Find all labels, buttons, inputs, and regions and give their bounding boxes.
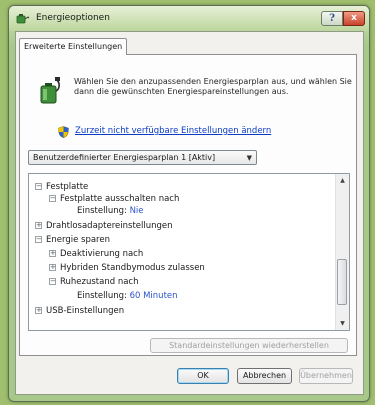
- setting-value-hibernate[interactable]: 60 Minuten: [130, 291, 178, 301]
- tree-item-label: Festplatte: [46, 182, 89, 192]
- change-unavailable-settings-link[interactable]: Zurzeit nicht verfügbare Einstellungen ä…: [75, 126, 271, 136]
- tree-item-setting-disk[interactable]: Einstellung: Nie: [77, 205, 144, 217]
- help-button[interactable]: ?: [321, 11, 343, 26]
- battery-plug-icon: [16, 12, 30, 25]
- description-text: Wählen Sie den anzupassenden Energiespar…: [74, 77, 352, 96]
- expand-icon[interactable]: +: [35, 307, 42, 314]
- tab-advanced-settings[interactable]: Erweiterte Einstellungen: [19, 38, 127, 55]
- tree-item-label: USB-Einstellungen: [46, 306, 125, 316]
- chevron-down-icon: ▼: [246, 154, 252, 162]
- tree-item-label: Hybriden Standbymodus zulassen: [60, 263, 205, 273]
- apply-button[interactable]: Übernehmen: [299, 368, 353, 384]
- tree-item-label: Ruhezustand nach: [60, 277, 139, 287]
- title-bar[interactable]: Energieoptionen ? x: [9, 6, 369, 31]
- vertical-scrollbar[interactable]: ▲ ▼: [335, 174, 349, 330]
- battery-plug-icon: [38, 77, 64, 105]
- tab-page: Wählen Sie den anzupassenden Energiespar…: [19, 54, 357, 356]
- dialog-client-area: Erweiterte Einstellungen Wählen Sie den …: [15, 31, 364, 395]
- tree-item-label: Drahtlosadaptereinstellungen: [46, 221, 173, 231]
- close-button[interactable]: x: [343, 11, 365, 26]
- collapse-icon[interactable]: −: [35, 236, 42, 243]
- energy-options-window: Energieoptionen ? x Erweiterte Einstellu…: [8, 5, 370, 402]
- power-plan-dropdown-value: Benutzerdefinierter Energiesparplan 1 [A…: [33, 153, 216, 162]
- collapse-icon[interactable]: −: [49, 278, 56, 285]
- expand-icon[interactable]: +: [35, 222, 42, 229]
- ok-button[interactable]: OK: [177, 368, 229, 384]
- tree-item-setting-hibernate[interactable]: Einstellung: 60 Minuten: [77, 290, 178, 302]
- uac-shield-icon: [58, 126, 69, 139]
- settings-tree[interactable]: − Festplatte − Festplatte ausschalten na…: [28, 173, 350, 331]
- tab-label: Erweiterte Einstellungen: [24, 42, 123, 51]
- collapse-icon[interactable]: −: [49, 195, 56, 202]
- power-plan-dropdown[interactable]: Benutzerdefinierter Energiesparplan 1 [A…: [28, 150, 257, 165]
- tree-item-label: Festplatte ausschalten nach: [60, 194, 180, 204]
- expand-icon[interactable]: +: [49, 250, 56, 257]
- expand-icon[interactable]: +: [49, 264, 56, 271]
- restore-defaults-button[interactable]: Standardeinstellungen wiederherstellen: [150, 338, 348, 353]
- scroll-down-arrow-icon[interactable]: ▼: [336, 317, 349, 330]
- cancel-button[interactable]: Abbrechen: [237, 368, 292, 384]
- collapse-icon[interactable]: −: [35, 183, 42, 190]
- setting-label: Einstellung:: [77, 206, 127, 216]
- scroll-up-arrow-icon[interactable]: ▲: [336, 174, 349, 187]
- window-title: Energieoptionen: [36, 13, 110, 23]
- scrollbar-thumb[interactable]: [337, 259, 347, 305]
- tree-item-label: Energie sparen: [46, 235, 110, 245]
- tree-item-label: Deaktivierung nach: [60, 249, 144, 259]
- setting-value-disk[interactable]: Nie: [130, 206, 144, 216]
- setting-label: Einstellung:: [77, 291, 127, 301]
